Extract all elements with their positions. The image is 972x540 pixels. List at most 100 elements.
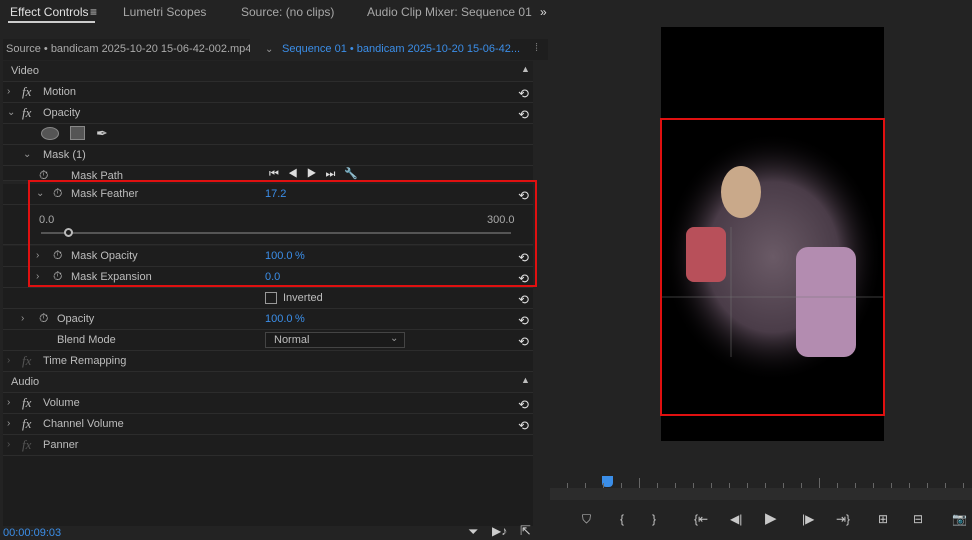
source-clip-label[interactable]: Source • bandicam 2025-10-20 15-06-42-00… [6,43,251,55]
section-label: Video [11,65,39,77]
mask-tracking-controls[interactable]: ⏮◀▶⏭🔧 [269,167,367,180]
ruler-tick [963,483,964,488]
fx-toggle-icon[interactable]: fx [22,395,31,411]
tab-source[interactable]: Source: (no clips) [241,5,334,19]
collapse-up-icon[interactable]: ▲ [521,64,530,74]
chevron-down-icon[interactable]: ⌄ [265,44,273,55]
property-label: Opacity [57,313,95,325]
inverted-row: Inverted ⟲ [3,288,533,309]
ellipse-mask-icon[interactable] [41,127,59,140]
ruler-tick [567,483,568,488]
tab-lumetri-scopes[interactable]: Lumetri Scopes [123,5,206,19]
ruler-tick [729,483,730,488]
sequence-clip-label[interactable]: Sequence 01 • bandicam 2025-10-20 15-06-… [282,43,520,55]
reset-icon[interactable]: ⟲ [518,334,529,350]
export-frame-camera-icon[interactable]: 📷 [952,512,967,526]
ruler-tick [891,483,892,488]
effect-time-remapping[interactable]: › fx Time Remapping [3,351,533,372]
reset-icon[interactable]: ⟲ [518,313,529,329]
unit-label: % [295,313,305,325]
mask-1[interactable]: ⌄ Mask (1) [3,145,533,166]
ruler-tick [909,483,910,488]
tabs-overflow-icon[interactable]: » [540,5,547,19]
highlight-box [660,118,885,416]
fx-toggle-icon[interactable]: fx [22,84,31,100]
go-to-in-icon[interactable]: {⇤ [694,512,708,526]
mark-out-icon[interactable]: } [652,512,656,526]
mark-in-icon[interactable]: { [620,512,624,526]
go-to-out-icon[interactable]: ⇥} [836,512,850,526]
effect-label: Volume [43,397,80,409]
effect-label: Channel Volume [43,418,124,430]
mask-label: Mask (1) [43,149,86,161]
reset-icon[interactable]: ⟲ [518,418,529,434]
mask-path-row: ⏱ Mask Path ⏮◀▶⏭🔧 [3,166,533,181]
effect-motion[interactable]: › fx Motion ⟲ [3,82,533,103]
inverted-checkbox[interactable] [265,292,277,304]
ruler-tick [675,483,676,488]
opacity-property-row: › ⏱ Opacity 100.0% ⟲ [3,309,533,330]
ruler-tick [801,483,802,488]
fx-toggle-icon[interactable]: fx [22,416,31,432]
highlight-box [28,180,537,287]
timeline-scrub-bar[interactable] [550,488,972,500]
tab-effect-controls[interactable]: Effect Controls [10,5,88,19]
effect-controls-panel: Effect Controls ≡ Lumetri Scopes Source:… [0,0,548,539]
ruler-tick [837,483,838,488]
chevron-down-icon: ⌄ [390,333,399,344]
effect-opacity[interactable]: ⌄ fx Opacity ⟲ [3,103,533,124]
rectangle-mask-icon[interactable] [70,126,85,140]
mask-tools-row: ✒ [3,124,533,145]
fx-toggle-icon[interactable]: fx [22,105,31,121]
ruler-tick [657,483,658,488]
ruler-tick [639,478,640,488]
filter-icon[interactable]: ⏷ [468,524,478,540]
step-forward-icon[interactable]: |▶ [802,512,814,526]
ruler-tick [855,483,856,488]
step-back-icon[interactable]: ◀| [730,512,742,526]
ruler-tick [927,483,928,488]
effect-label: Motion [43,86,77,98]
reset-icon[interactable]: ⟲ [518,107,529,123]
insert-icon[interactable]: ⊞ [878,512,888,526]
opacity-value[interactable]: 100.0 [265,313,293,325]
active-tab-underline [8,21,95,23]
play-audio-icon[interactable]: ▶♪ [492,524,507,538]
overwrite-icon[interactable]: ⊟ [913,512,923,526]
effect-label: Panner [43,439,79,451]
play-icon[interactable]: ▶ [765,509,777,527]
tab-audio-clip-mixer[interactable]: Audio Clip Mixer: Sequence 01 [367,5,532,19]
timecode[interactable]: 00:00:09:03 [3,527,61,539]
fx-icon: fx [22,437,32,452]
ruler-tick [819,478,820,488]
reset-icon[interactable]: ⟲ [518,86,529,102]
section-label: Audio [11,376,40,388]
add-marker-icon[interactable]: ⛉ [582,512,591,527]
property-label: Blend Mode [57,334,116,346]
ruler-tick [621,483,622,488]
effect-label: Opacity [43,107,81,119]
stopwatch-icon[interactable]: ⏱ [39,311,48,326]
ruler-tick [945,483,946,488]
ruler-tick [783,483,784,488]
section-video: Video ▲ [3,61,533,82]
pen-mask-icon[interactable]: ✒ [96,125,108,142]
panel-menu-icon[interactable]: ≡ [90,5,97,19]
ruler-tick [711,483,712,488]
effect-panner[interactable]: › fx Panner [3,435,533,456]
drag-handle-icon[interactable]: ⁞ [535,42,538,54]
effect-channel-volume[interactable]: › fx Channel Volume ⟲ [3,414,533,435]
clip-selector-bar: Source • bandicam 2025-10-20 15-06-42-00… [3,39,548,60]
empty-area [3,456,533,526]
blend-mode-row: Blend Mode Normal ⌄ ⟲ [3,330,533,351]
ruler-tick [765,483,766,488]
collapse-up-icon[interactable]: ▲ [521,375,530,385]
section-audio: Audio ▲ [3,372,533,393]
blend-mode-dropdown[interactable]: Normal ⌄ [265,332,405,348]
reset-icon[interactable]: ⟲ [518,397,529,413]
effect-volume[interactable]: › fx Volume ⟲ [3,393,533,414]
reset-icon[interactable]: ⟲ [518,292,529,308]
ruler-tick [693,483,694,488]
fx-icon: fx [22,353,32,368]
export-icon[interactable]: ⇱ [520,523,531,539]
